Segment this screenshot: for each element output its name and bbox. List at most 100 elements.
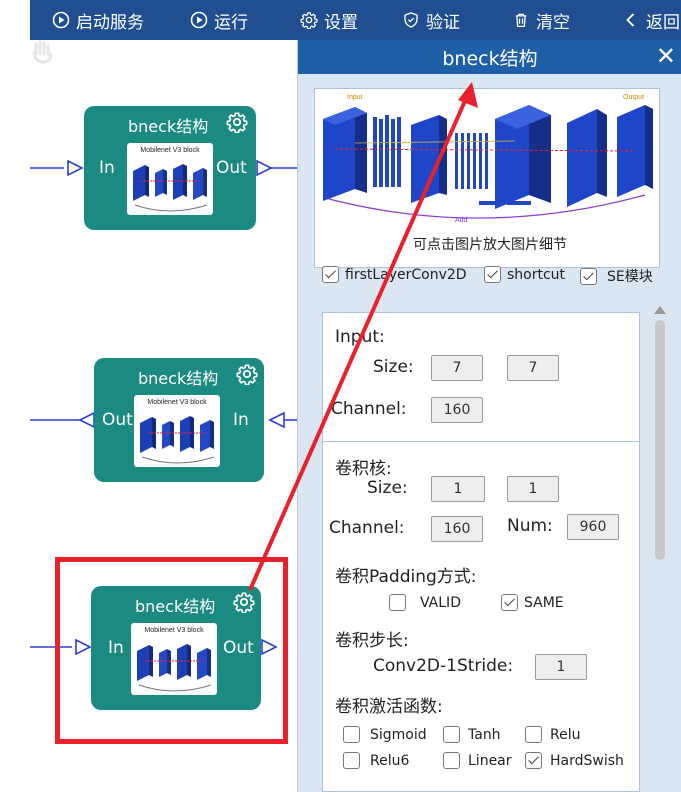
- padding-valid-option[interactable]: VALID: [389, 594, 461, 611]
- thumbnail-label: Mobilenet V3 block: [140, 147, 200, 154]
- start-service-button[interactable]: 启动服务: [52, 0, 144, 40]
- activation-sigmoid-label: Sigmoid: [370, 726, 427, 743]
- block-thumbnail[interactable]: Mobilenet V3 block: [127, 143, 213, 215]
- first-layer-conv2d-option[interactable]: firstLayerConv2D: [322, 266, 467, 283]
- activation-relu-label: Relu: [550, 726, 581, 743]
- kernel-size-height-field[interactable]: 1: [507, 476, 559, 502]
- run-button[interactable]: 运行: [190, 0, 248, 40]
- input-channel-field[interactable]: 160: [431, 397, 483, 423]
- se-module-checkbox[interactable]: [580, 267, 597, 285]
- gear-icon[interactable]: [236, 363, 258, 385]
- kernel-channel-label: Channel:: [329, 518, 405, 538]
- shield-check-icon: [404, 12, 418, 28]
- padding-same-label: SAME: [524, 594, 564, 611]
- first-layer-conv2d-label: firstLayerConv2D: [345, 266, 467, 283]
- output-port-label: Out: [216, 158, 247, 178]
- stride-field-label: Conv2D-1Stride:: [373, 656, 514, 676]
- trash-icon: [515, 13, 527, 28]
- first-layer-conv2d-checkbox[interactable]: [322, 266, 339, 283]
- activation-relu-checkbox[interactable]: [525, 726, 542, 743]
- activation-relu6-checkbox[interactable]: [343, 752, 360, 769]
- chevron-left-icon: [626, 13, 635, 27]
- activation-tanh-checkbox[interactable]: [443, 726, 460, 743]
- shortcut-checkbox[interactable]: [484, 266, 501, 283]
- activation-relu6-option[interactable]: Relu6: [343, 752, 409, 769]
- block-diagram-image: [133, 164, 208, 212]
- kernel-size-label: Size:: [367, 478, 408, 498]
- activation-linear-label: Linear: [468, 752, 512, 769]
- zoom-hint-text: 可点击图片放大图片细节: [413, 237, 567, 253]
- settings-label: 设置: [324, 12, 358, 33]
- kernel-size-width-field[interactable]: 1: [431, 476, 485, 502]
- activation-linear-option[interactable]: Linear: [443, 752, 512, 769]
- padding-label: 卷积Padding方式:: [335, 567, 477, 587]
- bneck-node[interactable]: bneck结构 In Out Mobilenet V3 block: [84, 106, 256, 230]
- shortcut-label: shortcut: [507, 266, 566, 283]
- top-toolbar: 启动服务 运行 设置 验证 清空 返回: [30, 0, 681, 40]
- panel-header: bneck结构 ✕: [298, 40, 681, 74]
- panel-title: bneck结构: [442, 48, 538, 70]
- input-size-label: Size:: [373, 357, 414, 377]
- activation-linear-checkbox[interactable]: [443, 752, 460, 769]
- kernel-heading: 卷积核:: [335, 459, 392, 479]
- scroll-up-icon[interactable]: [654, 306, 666, 314]
- back-label: 返回: [646, 12, 680, 33]
- start-service-label: 启动服务: [76, 12, 144, 33]
- clear-label: 清空: [536, 12, 570, 33]
- parameter-form: Input: Size: 7 7 Channel: 160 卷积核: Size:…: [322, 312, 640, 792]
- activation-hardswish-checkbox[interactable]: [525, 752, 542, 769]
- stride-label: 卷积步长:: [335, 631, 409, 651]
- bneck-node[interactable]: bneck结构 Out In Mobilenet V3 block: [94, 358, 264, 482]
- diagram-add-label: Add: [455, 217, 468, 224]
- output-port-label: Out: [102, 410, 133, 430]
- activation-sigmoid-option[interactable]: Sigmoid: [343, 726, 427, 743]
- diagram-output-label: Output: [623, 94, 644, 101]
- activation-tanh-label: Tanh: [468, 726, 501, 743]
- play-circle-icon: [52, 11, 70, 29]
- thumbnail-label: Mobilenet V3 block: [147, 399, 207, 406]
- padding-same-checkbox[interactable]: [501, 594, 518, 611]
- activation-hardswish-label: HardSwish: [550, 752, 624, 769]
- scroll-thumb[interactable]: [655, 320, 665, 560]
- close-icon[interactable]: ✕: [656, 42, 676, 70]
- form-scrollbar[interactable]: [650, 302, 670, 792]
- input-port-label: In: [233, 410, 249, 430]
- activation-hardswish-option[interactable]: HardSwish: [525, 752, 624, 769]
- activation-tanh-option[interactable]: Tanh: [443, 726, 501, 743]
- kernel-channel-field[interactable]: 160: [431, 516, 483, 542]
- verify-button[interactable]: 验证: [402, 0, 460, 40]
- padding-valid-checkbox[interactable]: [389, 594, 406, 611]
- bneck-properties-panel: bneck结构 ✕ Input Output Add 可点击图片放大图片细节 f…: [297, 40, 681, 792]
- padding-same-option[interactable]: SAME: [501, 594, 564, 611]
- input-size-height-field[interactable]: 7: [507, 355, 559, 381]
- activation-relu-option[interactable]: Relu: [525, 726, 580, 743]
- settings-button[interactable]: 设置: [300, 0, 358, 40]
- play-circle-icon: [190, 11, 208, 29]
- block-diagram-image: [140, 416, 215, 464]
- kernel-num-field[interactable]: 960: [567, 514, 619, 540]
- input-port-label: In: [99, 158, 115, 178]
- kernel-num-label: Num:: [507, 516, 553, 536]
- verify-label: 验证: [426, 12, 460, 33]
- input-channel-label: Channel:: [331, 399, 407, 419]
- se-module-option[interactable]: SE模块: [580, 266, 653, 286]
- padding-valid-label: VALID: [420, 594, 461, 611]
- node-title: bneck结构: [128, 117, 209, 136]
- activation-relu6-label: Relu6: [370, 752, 410, 769]
- kernel-section: 卷积核: Size: 1 1 Channel: 160 Num: 960 卷积P…: [323, 442, 639, 791]
- activation-sigmoid-checkbox[interactable]: [343, 726, 360, 743]
- back-button[interactable]: 返回: [622, 0, 680, 40]
- input-section: Input: Size: 7 7 Channel: 160: [323, 313, 639, 441]
- conv2d-stride-field[interactable]: 1: [535, 654, 587, 680]
- diagram-input-label: Input: [347, 94, 363, 101]
- node-title: bneck结构: [138, 369, 219, 388]
- gear-icon[interactable]: [226, 111, 248, 133]
- input-size-width-field[interactable]: 7: [431, 355, 483, 381]
- block-thumbnail[interactable]: Mobilenet V3 block: [134, 395, 220, 467]
- shortcut-option[interactable]: shortcut: [484, 266, 565, 283]
- selection-highlight: [55, 557, 288, 744]
- activation-label: 卷积激活函数:: [335, 697, 443, 717]
- clear-button[interactable]: 清空: [512, 0, 570, 40]
- run-label: 运行: [214, 12, 248, 33]
- input-heading: Input:: [335, 327, 385, 347]
